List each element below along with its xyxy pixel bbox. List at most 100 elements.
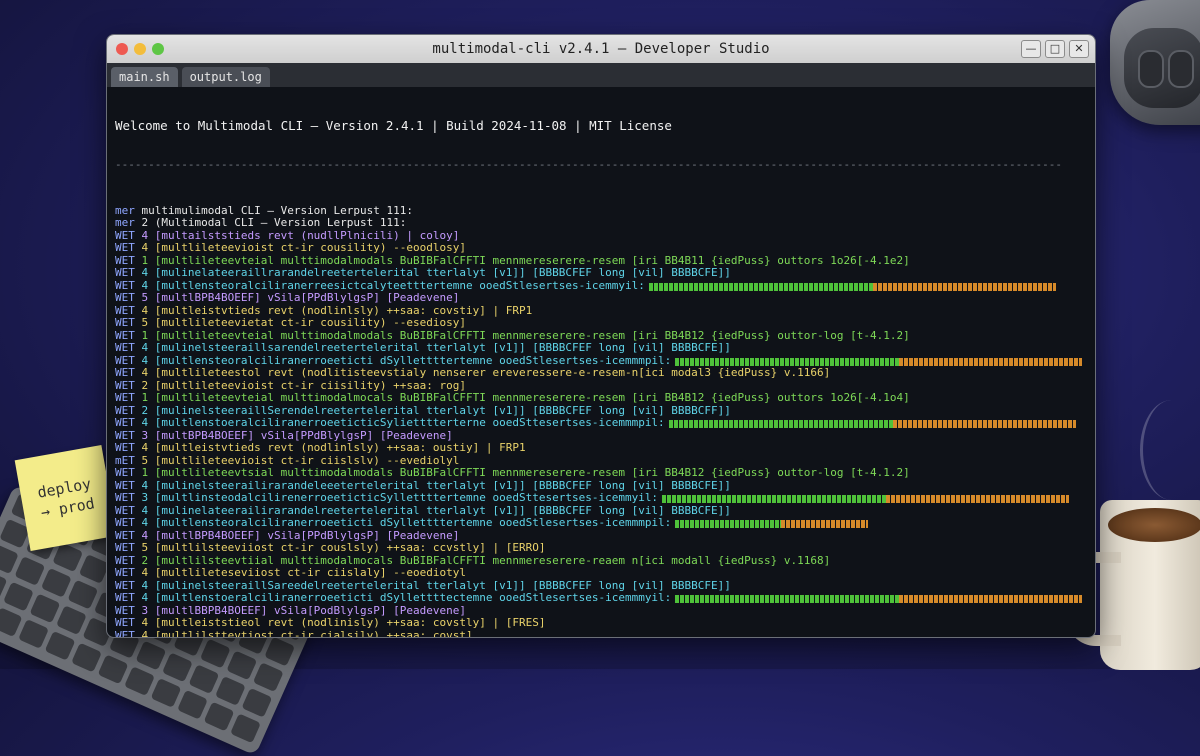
log-text: 4 [mulinelateerailirarandelreetertelerit…: [141, 504, 731, 517]
log-text: 2 [multlilsteevtiial multtimodalmocals B…: [141, 554, 831, 567]
log-text: 2 [mulinelsteeraillSerendelreetertelerit…: [141, 404, 731, 417]
log-line: WET 4 [mulinelsteerailirarandeleeetertel…: [115, 480, 1087, 493]
log-text: 3 [multlinsteodalcilirenerroeeticticSyll…: [141, 492, 659, 504]
log-text: 4 [multleistvtieds revt (nodlinlsly) ++s…: [141, 304, 533, 317]
log-line: WET 4 [multlensteoralciliranerroeeticti …: [115, 517, 1087, 530]
earbuds-case-inner: [1124, 28, 1200, 108]
log-line: WET 1 [multlileteevteial multtimodalmoda…: [115, 330, 1087, 343]
maximize-button[interactable]: □: [1045, 40, 1065, 58]
log-prefix: WET: [115, 417, 135, 429]
separator-line: ----------------------------------------…: [115, 159, 1063, 171]
log-text: 1 [multlileteevteial multtimodalmocals B…: [141, 392, 910, 404]
keyboard-key: [71, 642, 102, 673]
log-prefix: WET: [115, 442, 135, 454]
title-bar[interactable]: multimodal-cli v2.4.1 — Developer Studio…: [107, 35, 1095, 63]
log-line: WET 3 [multlBBPB4BOEEF] vSila[PodBlylgsP…: [115, 605, 1087, 618]
log-line: WET 4 [multlileteestol revt (nodlitistee…: [115, 367, 1087, 380]
close-button[interactable]: ✕: [1069, 40, 1089, 58]
log-text: 1 [multlileteevteial multtimodalmodals B…: [141, 254, 910, 267]
log-line: WET 4 [multailststieds revt (nudllPlnici…: [115, 230, 1087, 243]
log-prefix: WET: [115, 504, 135, 517]
log-prefix: WET: [115, 229, 135, 242]
close-dot-icon[interactable]: [116, 43, 128, 55]
sticky-note: deploy → prod: [14, 445, 118, 551]
log-prefix: WET: [115, 292, 135, 304]
keyboard-key: [0, 607, 23, 638]
progress-bar-orange: [886, 495, 1070, 503]
log-text: 4 [multlenstoeralciliranerroeeticti dSyl…: [141, 592, 672, 604]
log-line: WET 4 [multlileteseviiost ct-ir ciislaly…: [115, 567, 1087, 580]
progress-bar-orange: [892, 420, 1076, 428]
progress-bar-green: [675, 357, 900, 366]
log-line: WET 4 [multlenstoeralciliranerroeeticti …: [115, 592, 1087, 605]
keyboard-key: [264, 636, 296, 667]
log-prefix: WET: [115, 429, 135, 442]
log-prefix: mET: [115, 454, 135, 467]
progress-bar-orange: [872, 282, 1056, 291]
keyboard-key: [226, 650, 258, 681]
log-text: 1 [multlileteevtsial multtimodalmodals B…: [141, 467, 910, 479]
log-line: WET 1 [multlileteevtsial multtimodalmoda…: [115, 467, 1087, 480]
log-prefix: WET: [115, 617, 135, 629]
log-text: 4 [multlenstoeralciliranerroeeticticSyli…: [141, 417, 665, 429]
log-line: WET 4 [multleistvtieds revt (nodlinlsly)…: [115, 442, 1087, 455]
log-prefix: WET: [115, 629, 135, 638]
log-line: WET 5 [multlilsteeviiost ct-ir couslsly)…: [115, 542, 1087, 555]
log-prefix: WET: [115, 579, 135, 592]
progress-bar: [675, 519, 869, 528]
log-prefix: WET: [115, 342, 135, 354]
log-text: 4 [multlileteseviiost ct-ir ciislaly] --…: [141, 567, 467, 579]
log-text: 4 [mulinelsteeraillsarendelreetertelerit…: [141, 342, 731, 354]
zoom-dot-icon[interactable]: [152, 43, 164, 55]
tab-main-sh[interactable]: main.sh: [111, 67, 178, 87]
minimize-dot-icon[interactable]: [134, 43, 146, 55]
log-text: 4 [mulinelsteeraillSareedelreetertelerit…: [141, 579, 731, 592]
keyboard-key: [214, 676, 246, 706]
earbuds-case: [1110, 0, 1200, 125]
coffee-mug: [1066, 500, 1200, 670]
log-prefix: WET: [115, 279, 135, 292]
progress-bar-orange: [899, 595, 1083, 603]
traffic-lights: [116, 43, 164, 55]
log-text: 5 [multlileteevietat ct-ir cousility) --…: [141, 317, 467, 329]
log-prefix: WET: [115, 479, 135, 492]
log-prefix: WET: [115, 367, 135, 379]
log-text: 4 [multlBPB4BOEEF] vSila[PPdBlylgsP] [Pe…: [141, 529, 460, 542]
progress-bar: [662, 494, 1070, 503]
terminal-output[interactable]: Welcome to Multimodal CLI — Version 2.4.…: [107, 87, 1095, 638]
progress-bar-green: [675, 595, 900, 603]
keyboard-key: [97, 654, 129, 685]
log-prefix: WET: [115, 529, 135, 542]
log-line: WET 4 [multlenstoeralciliranerroeetictic…: [115, 417, 1087, 430]
keyboard-key: [44, 630, 76, 661]
progress-bar: [675, 357, 1083, 366]
keyboard-key: [67, 579, 99, 610]
progress-bar-green: [675, 520, 782, 528]
log-prefix: WET: [115, 554, 135, 567]
keyboard-key: [124, 666, 155, 697]
log-text: 1 [multlileteevteial multtimodalmodals B…: [141, 329, 910, 342]
log-line: WET 4 [multlBPB4BOEEF] vSila[PPdBlylgsP]…: [115, 530, 1087, 543]
log-line: WET 4 [mulinelateerailirarandelreetertel…: [115, 505, 1087, 518]
log-line: WET 1 [multlileteevteial multtimodalmoda…: [115, 255, 1087, 268]
log-line: WET 4 [multlilsttevtiost ct-ir cialsily)…: [115, 629, 1087, 638]
log-prefix: WET: [115, 517, 135, 529]
log-prefix: WET: [115, 392, 135, 404]
tab-output-log[interactable]: output.log: [181, 67, 270, 87]
keyboard-key: [177, 689, 208, 720]
log-text: 3 [multBPB4BOEEF] vSila[PPdBlylgsP] [Pea…: [141, 429, 453, 442]
keyboard-key: [199, 638, 231, 669]
progress-bar-orange: [899, 357, 1083, 366]
log-text: 5 [multlBPB4BOEEF] vSila[PPdBlylgsP] [Pe…: [141, 292, 460, 304]
progress-bar-orange: [781, 520, 869, 528]
steam: [1140, 400, 1200, 500]
log-text: 2 (Multimodal CLI — Version Lerpust 111:: [141, 217, 407, 229]
log-line: mer 2 (Multimodal CLI — Version Lerpust …: [115, 217, 1087, 230]
keyboard-key: [40, 567, 72, 598]
log-text: 5 [multlilsteeviiost ct-ir couslsly) ++s…: [141, 542, 546, 554]
log-line: WET 4 [mulinelateeraillrarandelreetertel…: [115, 267, 1087, 280]
log-lines: mer multimulimodal CLI — Version Lerpust…: [115, 205, 1087, 638]
log-prefix: WET: [115, 542, 135, 554]
progress-bar-green: [648, 282, 873, 291]
minimize-button[interactable]: —: [1021, 40, 1041, 58]
